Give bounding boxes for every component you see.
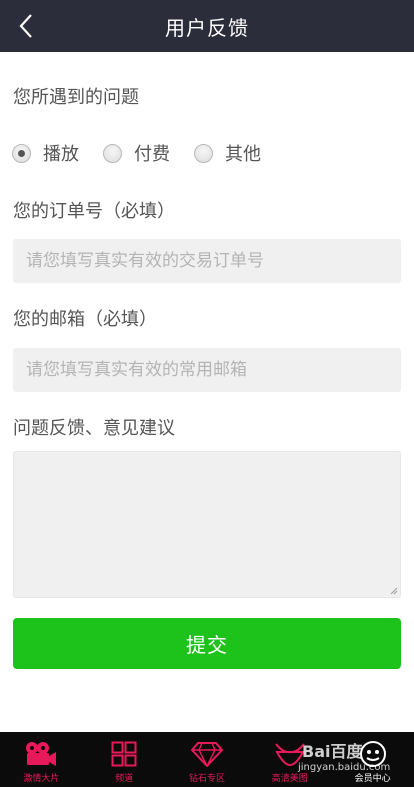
page-title: 用户反馈 — [165, 15, 249, 40]
feedback-label: 问题反馈、意见建议 — [13, 418, 175, 439]
tab-diamond[interactable]: 钻石专区 — [166, 732, 249, 787]
order-number-input[interactable] — [13, 239, 401, 283]
radio-unselected-icon — [103, 143, 122, 163]
tab-diamond-label: 钻石专区 — [188, 774, 225, 784]
tab-member[interactable]: 会员中心 — [331, 732, 414, 787]
problem-label: 您所遇到的问题 — [13, 87, 139, 108]
radio-other[interactable]: 其他 — [194, 140, 261, 166]
grid-icon — [111, 741, 137, 767]
radio-play-label: 播放 — [43, 144, 79, 165]
radio-unselected-icon — [194, 143, 213, 163]
radio-payment[interactable]: 付费 — [103, 140, 170, 166]
tab-gallery[interactable]: 高清美图 — [248, 732, 331, 787]
radio-other-label: 其他 — [225, 144, 261, 165]
tab-movies-label: 激情大片 — [23, 774, 60, 784]
email-input[interactable] — [13, 348, 401, 392]
chevron-left-icon — [19, 14, 32, 38]
email-label: 您的邮箱（必填） — [13, 309, 157, 330]
feedback-textarea[interactable] — [13, 451, 401, 598]
tab-member-label: 会员中心 — [354, 774, 391, 784]
back-button[interactable] — [12, 12, 40, 40]
problem-radio-group: 播放 付费 其他 — [12, 140, 285, 166]
bottom-tab-bar: 激情大片 频道 钻石专区 高清美图 会员中心 — [0, 732, 414, 787]
bikini-icon — [274, 743, 305, 767]
tab-movies[interactable]: 激情大片 — [0, 732, 83, 787]
radio-play[interactable]: 播放 — [12, 140, 79, 166]
header-bar: 用户反馈 — [0, 0, 414, 52]
order-label: 您的订单号（必填） — [13, 201, 175, 222]
resize-grip-icon[interactable] — [390, 587, 398, 595]
tab-channels[interactable]: 频道 — [83, 732, 166, 787]
submit-button[interactable]: 提交 — [13, 618, 401, 669]
member-icon — [359, 741, 386, 767]
tab-channels-label: 频道 — [115, 774, 134, 784]
radio-payment-label: 付费 — [134, 144, 170, 165]
diamond-icon — [190, 742, 223, 767]
film-camera-icon — [26, 742, 57, 766]
tab-gallery-label: 高清美图 — [271, 774, 308, 784]
radio-selected-icon — [12, 143, 31, 163]
